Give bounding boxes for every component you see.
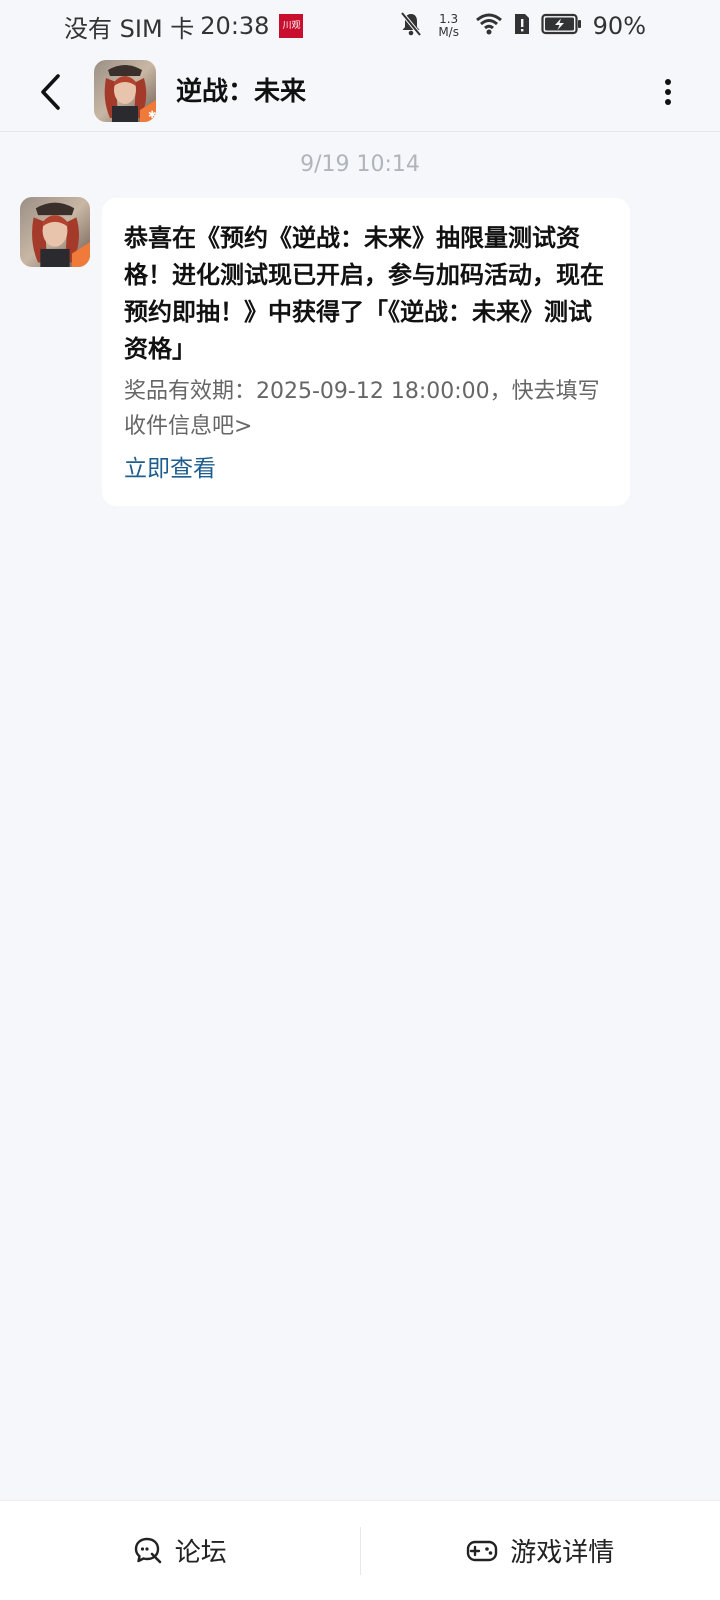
status-bar: 没有 SIM 卡 20:38 川观 1.3 M/s 90% — [0, 0, 720, 52]
clock-text: 20:38 — [200, 12, 270, 40]
chat-header: ✱ 逆战：未来 — [0, 52, 720, 132]
forum-chat-icon — [134, 1537, 162, 1563]
gamepad-icon — [467, 1540, 498, 1561]
battery-charging-icon — [541, 12, 583, 40]
forum-label: 论坛 — [174, 1538, 227, 1568]
carrier-text: 没有 SIM 卡 — [64, 14, 195, 43]
wifi-icon — [475, 12, 503, 40]
app-avatar[interactable]: ✱ — [94, 60, 156, 122]
more-button[interactable] — [656, 72, 680, 112]
svg-text:✱: ✱ — [148, 110, 156, 121]
page-title: 逆战：未来 — [176, 77, 307, 107]
bottom-bar: 论坛 游戏详情 — [0, 1500, 720, 1600]
sim-alert-icon — [513, 12, 531, 40]
message-title: 恭喜在《预约《逆战：未来》抽限量测试资格！进化测试现已开启，参与加码活动，现在预… — [124, 224, 604, 363]
net-speed: 1.3 M/s — [433, 13, 465, 39]
status-right: 1.3 M/s 90% — [399, 10, 646, 42]
more-vertical-icon — [665, 79, 671, 105]
message-subtitle[interactable]: 奖品有效期：2025-09-12 18:00:00，快去填写收件信息吧> — [124, 374, 608, 444]
sender-avatar[interactable] — [20, 197, 90, 267]
net-speed-unit: M/s — [438, 25, 459, 39]
chevron-left-icon — [41, 74, 60, 110]
game-details-label: 游戏详情 — [510, 1538, 615, 1568]
battery-percent: 90% — [592, 12, 646, 40]
status-left: 没有 SIM 卡 20:38 川观 — [64, 10, 304, 43]
game-details-button[interactable]: 游戏详情 — [361, 1501, 720, 1600]
view-now-link[interactable]: 立即查看 — [124, 452, 608, 486]
message-timestamp: 9/19 10:14 — [300, 152, 420, 177]
news-app-badge-icon: 川观 — [279, 14, 304, 38]
forum-button[interactable]: 论坛 — [0, 1501, 360, 1600]
back-button[interactable] — [30, 70, 70, 114]
message-bubble[interactable]: 恭喜在《预约《逆战：未来》抽限量测试资格！进化测试现已开启，参与加码活动，现在预… — [102, 198, 630, 506]
bell-off-icon — [399, 11, 423, 41]
